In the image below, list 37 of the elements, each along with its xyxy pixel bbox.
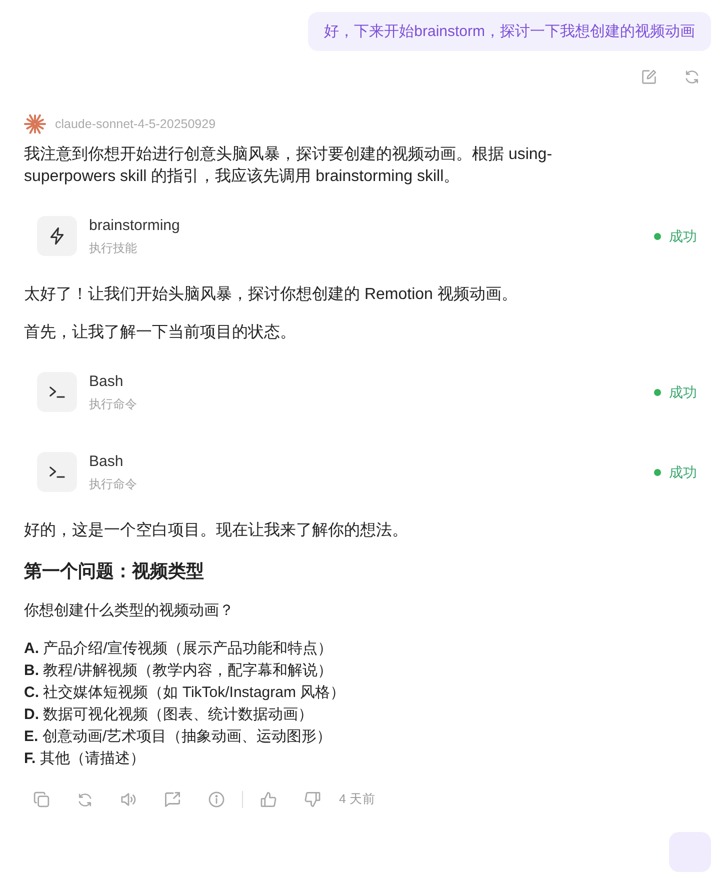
lightning-icon — [37, 216, 77, 256]
message-paragraph: 我注意到你想开始进行创意头脑风暴，探讨要创建的视频动画。根据 using-superpowers skill 的指引，我应该先调用 brainstorming skill。 — [24, 144, 554, 187]
thumbs-up-icon[interactable] — [260, 791, 277, 808]
info-icon[interactable] — [208, 791, 225, 808]
model-name: claude-sonnet-4-5-20250929 — [55, 116, 216, 132]
refresh-icon[interactable] — [684, 69, 700, 85]
regenerate-icon[interactable] — [77, 792, 93, 808]
copy-icon[interactable] — [33, 791, 50, 808]
timestamp: 4 天前 — [339, 791, 376, 808]
question-text: 你想创建什么类型的视频动画？ — [24, 601, 235, 621]
message-paragraph: 首先，让我了解一下当前项目的状态。 — [24, 322, 297, 343]
thumbs-down-icon[interactable] — [304, 791, 321, 808]
option-item: D. 数据可视化视频（图表、统计数据动画） — [24, 705, 314, 725]
section-heading: 第一个问题：视频类型 — [24, 560, 205, 583]
tool-subtitle: 执行命令 — [89, 476, 137, 492]
option-item: F. 其他（请描述） — [24, 749, 146, 769]
message-paragraph: 好的，这是一个空白项目。现在让我来了解你的想法。 — [24, 520, 409, 541]
tool-name: Bash — [89, 372, 124, 392]
share-icon[interactable] — [164, 791, 181, 808]
status-label: 成功 — [669, 463, 697, 482]
starburst-icon — [24, 113, 46, 135]
tool-name: Bash — [89, 452, 124, 472]
option-item: C. 社交媒体短视频（如 TikTok/Instagram 风格） — [24, 683, 346, 703]
status-label: 成功 — [669, 227, 697, 246]
terminal-prompt-icon — [37, 372, 77, 412]
speaker-icon[interactable] — [120, 791, 137, 808]
tool-name: brainstorming — [89, 216, 180, 236]
option-item: B. 教程/讲解视频（教学内容，配字幕和解说） — [24, 661, 334, 681]
status-label: 成功 — [669, 383, 697, 402]
terminal-prompt-icon — [37, 452, 77, 492]
tool-subtitle: 执行技能 — [89, 240, 138, 256]
option-item: E. 创意动画/艺术项目（抽象动画、运动图形） — [24, 727, 333, 747]
edit-icon[interactable] — [641, 69, 657, 85]
tool-subtitle: 执行命令 — [89, 396, 137, 412]
message-paragraph: 太好了！让我们开始头脑风暴，探讨你想创建的 Remotion 视频动画。 — [24, 284, 518, 305]
option-item: A. 产品介绍/宣传视频（展示产品功能和特点） — [24, 639, 334, 659]
user-message: 好，下来开始brainstorm，探讨一下我想创建的视频动画 — [308, 12, 711, 51]
